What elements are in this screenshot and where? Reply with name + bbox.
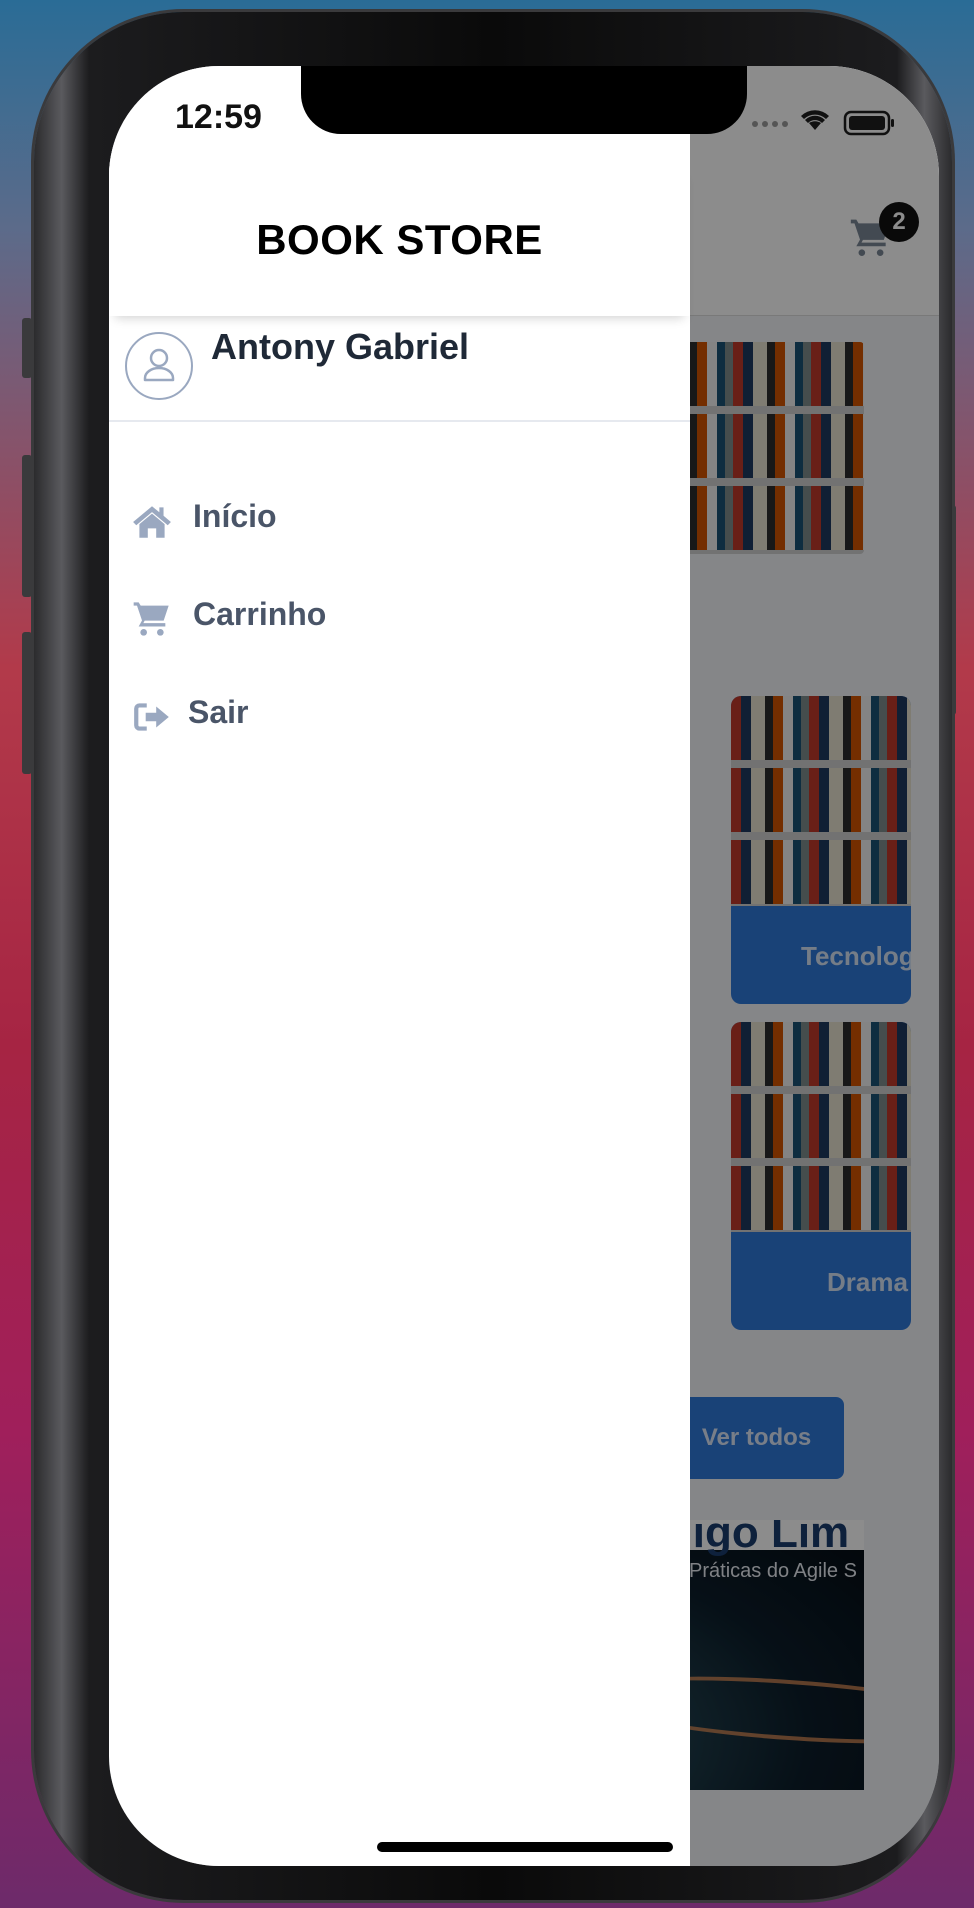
- volume-up-button: [22, 455, 32, 597]
- user-name: Antony Gabriel: [211, 326, 470, 367]
- brand-title: BOOK STORE: [256, 216, 543, 263]
- home-indicator[interactable]: [377, 1842, 673, 1852]
- mute-switch: [22, 318, 32, 378]
- phone-frame: 2 Tecnolog Drama Ver todos ódigo Lim dad…: [34, 12, 952, 1900]
- menu-item-inicio[interactable]: Início: [109, 486, 690, 556]
- status-time: 12:59: [175, 98, 262, 136]
- cart-icon: [133, 602, 169, 636]
- screen: 2 Tecnolog Drama Ver todos ódigo Lim dad…: [109, 66, 939, 1866]
- menu-item-carrinho[interactable]: Carrinho: [109, 584, 690, 654]
- menu-item-label: Carrinho: [193, 596, 327, 632]
- drawer-header: BOOK STORE: [109, 166, 690, 316]
- status-bar: 12:59: [109, 66, 939, 166]
- menu-item-label: Início: [193, 498, 277, 534]
- home-icon: [133, 506, 171, 538]
- user-icon: [143, 348, 175, 382]
- status-icons: [749, 106, 899, 145]
- navigation-drawer: BOOK STORE Antony Gabriel Início Carrinh…: [109, 66, 690, 1866]
- user-profile-row[interactable]: Antony Gabriel: [109, 322, 690, 422]
- signal-wifi-battery-icon: [752, 110, 894, 136]
- menu-item-sair[interactable]: Sair: [109, 682, 690, 752]
- volume-down-button: [22, 632, 32, 774]
- sign-out-icon: [134, 703, 169, 731]
- menu-item-label: Sair: [188, 694, 249, 730]
- notch: [301, 66, 747, 134]
- avatar: [125, 332, 193, 400]
